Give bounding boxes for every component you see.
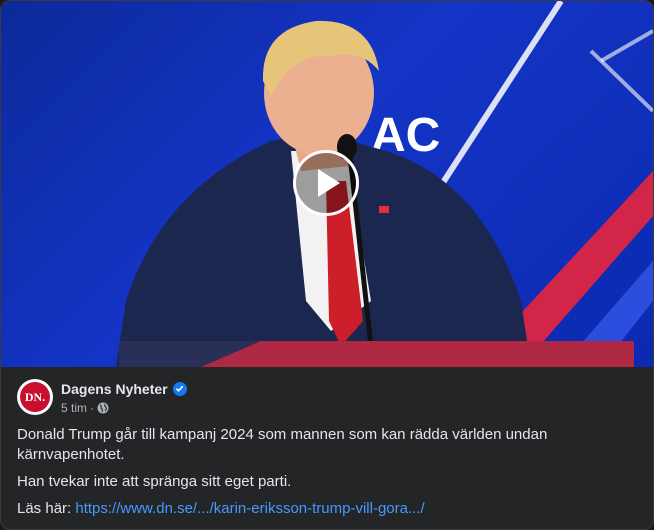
page-avatar[interactable]: DN. [17,379,53,415]
post-body-text: Donald Trump går till kampanj 2024 som m… [17,426,548,463]
article-link[interactable]: https://www.dn.se/.../karin-eriksson-tru… [75,500,424,517]
globe-icon[interactable] [97,402,109,414]
post-timestamp[interactable]: 5 tim [61,401,87,415]
meta-separator: · [90,401,95,415]
page-name-link[interactable]: Dagens Nyheter [61,381,168,397]
play-button[interactable] [293,150,359,216]
post-body-text: Han tvekar inte att spränga sitt eget pa… [17,473,292,490]
post-header: DN. Dagens Nyheter 5 tim · [17,379,187,415]
verified-badge-icon [172,381,187,396]
play-icon [318,169,340,197]
post-card: AC DN. Dagens Nyheter 5 tim · Donald Tru… [0,0,654,530]
video-player[interactable]: AC [1,1,653,367]
avatar-logo: DN. [20,382,50,412]
post-link-line: Läs här: https://www.dn.se/.../karin-eri… [17,499,637,519]
link-prefix: Läs här: [17,500,72,517]
